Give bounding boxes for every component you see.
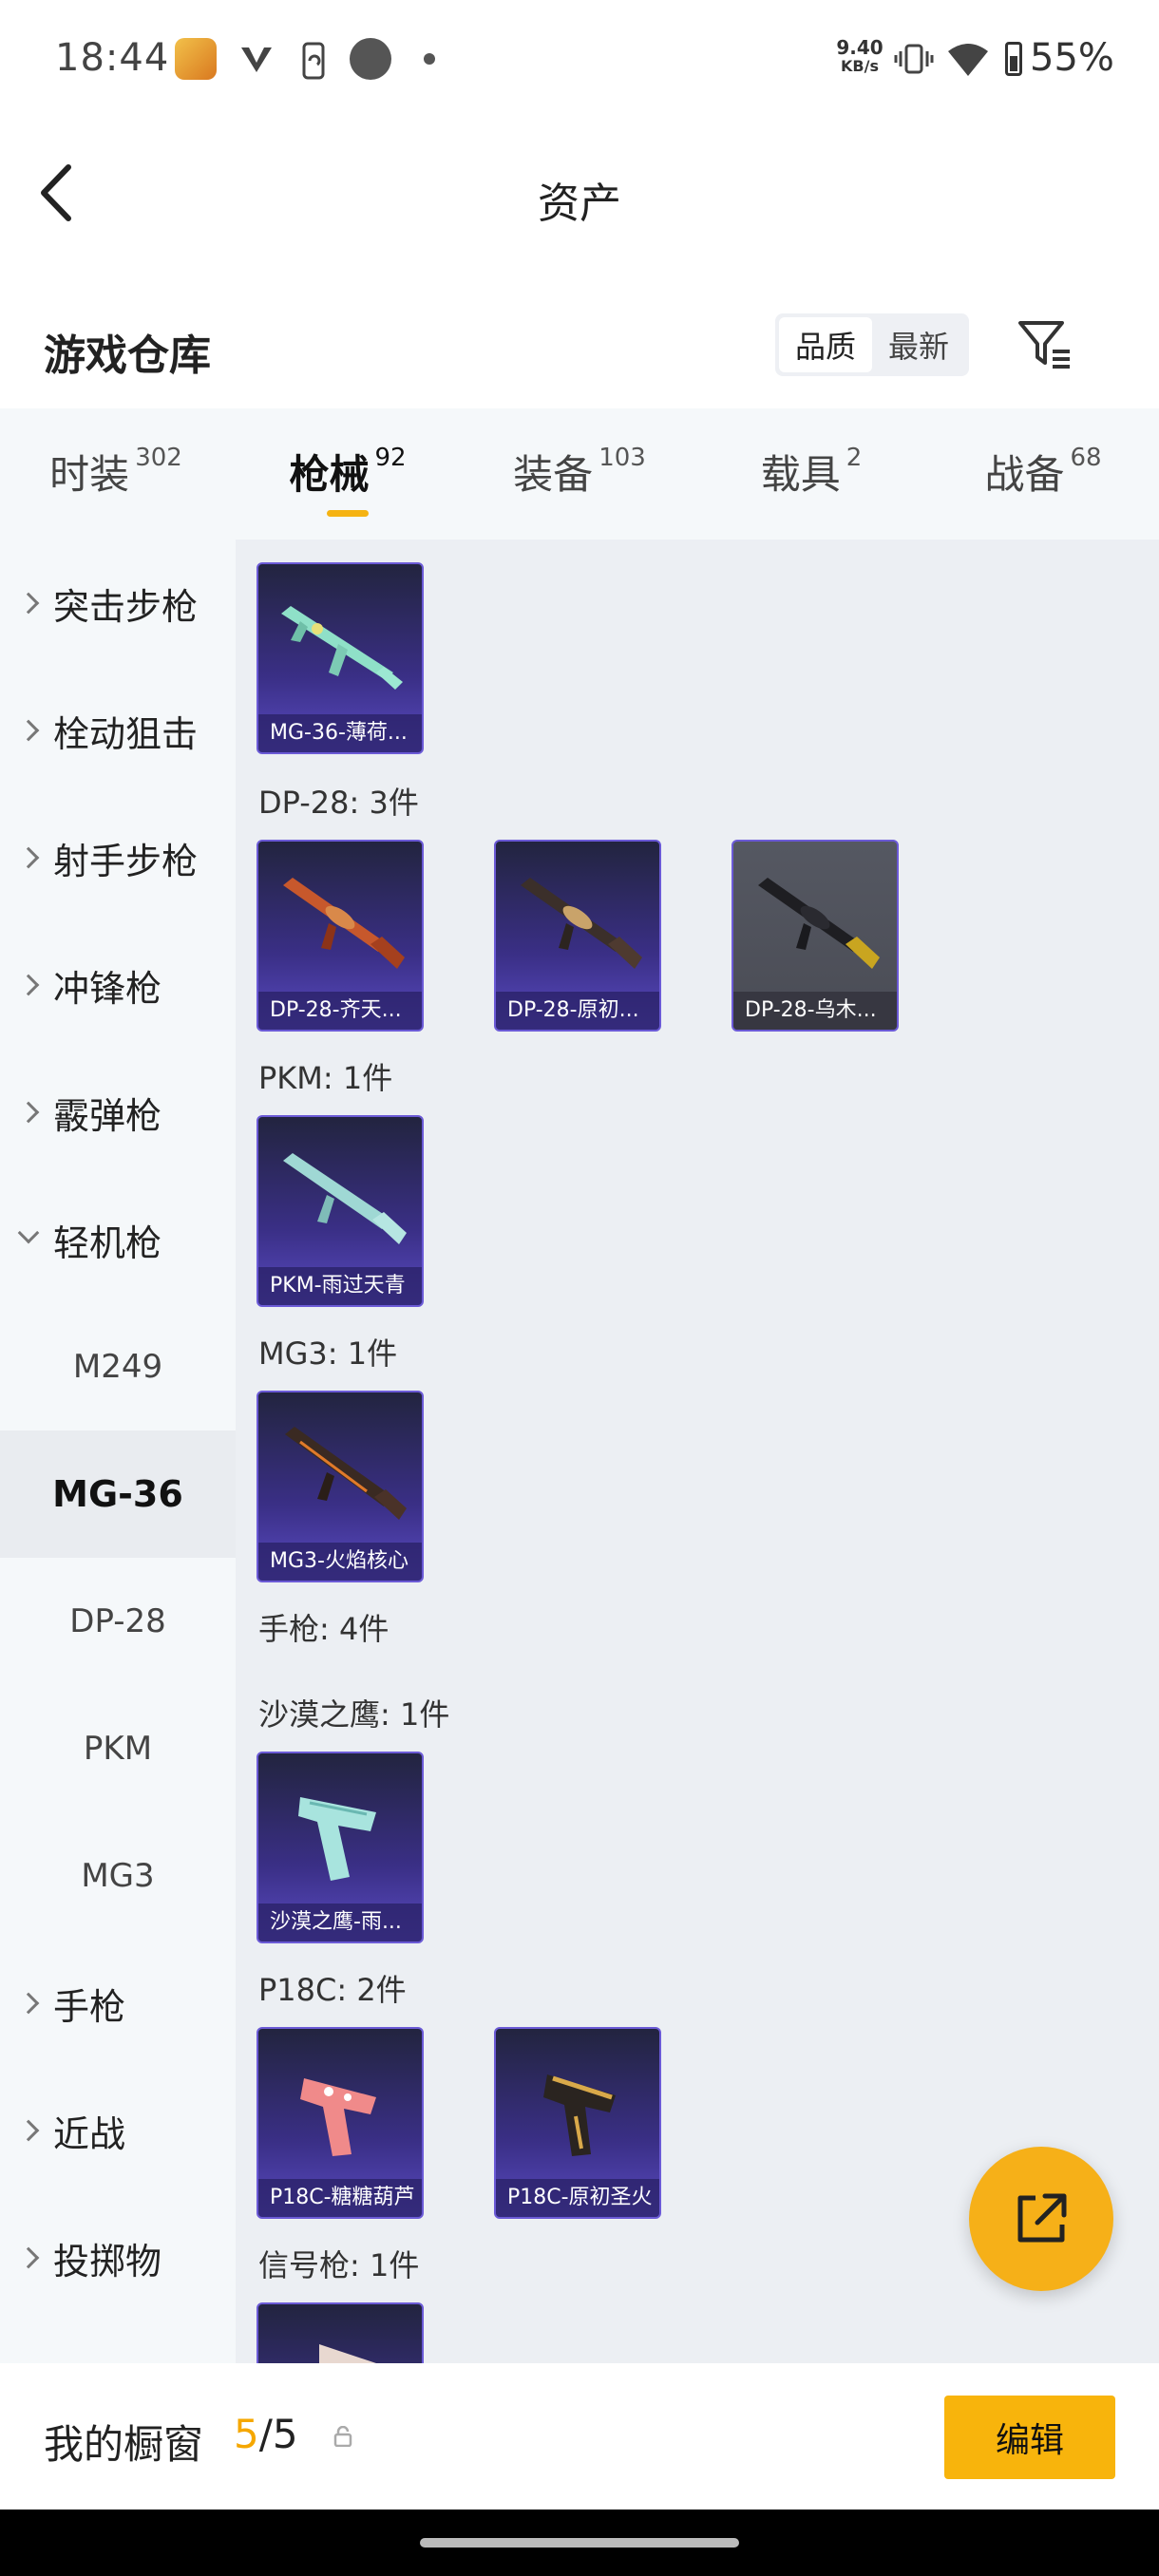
sidebar-subitem-pkm[interactable]: PKM [0,1685,236,1812]
chevron-right-icon [17,2246,40,2269]
sidebar-item-throwable[interactable]: 投掷物 [0,2194,236,2321]
group-label-p18c: P18C: 2件 [258,1972,407,2008]
category-tabs: 时装 302 枪械 92 装备 103 载具 2 战备 68 [0,408,1159,540]
chevron-down-icon [17,1222,40,1244]
filter-button[interactable] [1015,313,1075,376]
chevron-right-icon [17,1992,40,2015]
weapon-card-mg36[interactable]: MG-36-薄荷... [256,562,424,754]
system-nav-bar [0,2510,1159,2576]
wifi-icon [946,40,990,86]
tab-fashion[interactable]: 时装 302 [0,408,232,540]
sidebar-item-smg[interactable]: 冲锋枪 [0,921,236,1049]
weapon-card-dp28-3[interactable]: DP-28-乌木... [732,840,899,1032]
machine-gun-icon [758,878,880,969]
pistol-icon [319,2344,376,2363]
battery-icon [1005,42,1022,76]
sidebar-item-melee[interactable]: 近战 [0,2067,236,2194]
battery-percent: 55% [1030,36,1114,80]
app-root: 18:44 9.40 KB/s 55% 资产 游戏仓库 品质 最新 时装 302… [0,0,1159,2576]
machine-gun-icon [521,878,642,969]
status-bar: 18:44 9.40 KB/s 55% [0,0,1159,114]
sidebar-item-assault-rifle[interactable]: 突击步枪 [0,540,236,667]
tab-firearms[interactable]: 枪械 92 [232,408,464,540]
vpn-icon [238,40,276,86]
showcase-bar: 我的橱窗 5/5 编辑 [0,2363,1159,2510]
group-label-pkm: PKM: 1件 [258,1060,393,1096]
tab-active-indicator [327,510,369,517]
dot-icon [424,53,435,65]
lock-icon [333,2426,352,2447]
app-header: 资产 [0,114,1159,275]
chevron-right-icon [17,846,40,869]
home-gesture-handle[interactable] [420,2538,739,2548]
sidebar-subitem-dp28[interactable]: DP-28 [0,1558,236,1685]
screen-rotate-icon [294,40,332,90]
group-label-mg3: MG3: 1件 [258,1335,398,1372]
section-title: 游戏仓库 [44,331,211,380]
tab-gear[interactable]: 战备 68 [927,408,1159,540]
status-time: 18:44 [55,36,170,80]
weapon-card-pkm-1[interactable]: PKM-雨过天青 [256,1115,424,1307]
chevron-right-icon [17,1101,40,1124]
sidebar-subitem-mg36[interactable]: MG-36 [0,1430,236,1558]
machine-gun-icon [283,878,405,969]
sort-quality-button[interactable]: 品质 [779,317,872,372]
group-label-pistol: 手枪: 4件 [258,1611,390,1647]
share-external-icon [1017,2193,1067,2243]
weapon-card-dp28-1[interactable]: DP-28-齐天... [256,840,424,1032]
pistol-icon [543,2074,616,2156]
pistol-icon [298,1797,376,1881]
machine-gun-icon [283,1153,407,1244]
showcase-count: 5/5 [234,2411,298,2457]
filter-icon [1018,321,1070,369]
edit-button[interactable]: 编辑 [944,2396,1115,2479]
sidebar-subitem-mg3[interactable]: MG3 [0,1812,236,1940]
share-button[interactable] [969,2147,1113,2291]
app-icon [175,38,217,80]
pistol-icon [300,2078,376,2156]
chevron-right-icon [17,2119,40,2142]
sidebar-item-shotgun[interactable]: 霰弹枪 [0,1049,236,1176]
weapon-grid: MG-36-薄荷... DP-28: 3件 DP-28-齐天... DP-28-… [236,540,1159,2363]
sort-toggle: 品质 最新 [775,313,969,376]
sort-latest-button[interactable]: 最新 [872,317,965,372]
group-label-deagle: 沙漠之鹰: 1件 [258,1696,450,1733]
weapon-card-deagle-1[interactable]: 沙漠之鹰-雨... [256,1752,424,1943]
weapon-card-mg3-1[interactable]: MG3-火焰核心 [256,1391,424,1582]
sidebar-item-bolt-sniper[interactable]: 栓动狙击 [0,667,236,794]
weapon-category-sidebar: 突击步枪 栓动狙击 射手步枪 冲锋枪 霰弹枪 轻机枪 M249 MG-36 DP… [0,540,236,2363]
group-label-dp28: DP-28: 3件 [258,785,419,821]
tab-vehicles[interactable]: 载具 2 [695,408,927,540]
weapon-card-p18c-1[interactable]: P18C-糖糖葫芦 [256,2027,424,2219]
weapon-card-p18c-2[interactable]: P18C-原初圣火 [494,2027,661,2219]
chevron-right-icon [17,974,40,996]
chevron-right-icon [17,719,40,742]
group-label-flare: 信号枪: 1件 [258,2247,420,2283]
network-speed: 9.40 KB/s [836,36,884,75]
rifle-icon [281,606,403,690]
chevron-right-icon [17,592,40,615]
sidebar-item-marksman-rifle[interactable]: 射手步枪 [0,794,236,921]
sidebar-item-pistol[interactable]: 手枪 [0,1940,236,2067]
machine-gun-icon [285,1427,407,1520]
tab-equipment[interactable]: 装备 103 [464,408,695,540]
record-icon [350,38,391,80]
sidebar-subitem-m249[interactable]: M249 [0,1303,236,1430]
page-title: 资产 [538,180,621,228]
vibrate-icon [893,40,935,86]
sidebar-item-lmg[interactable]: 轻机枪 [0,1176,236,1303]
weapon-card-dp28-2[interactable]: DP-28-原初... [494,840,661,1032]
showcase-title: 我的橱窗 [44,2421,204,2468]
weapon-card-flare-1[interactable] [256,2302,424,2363]
